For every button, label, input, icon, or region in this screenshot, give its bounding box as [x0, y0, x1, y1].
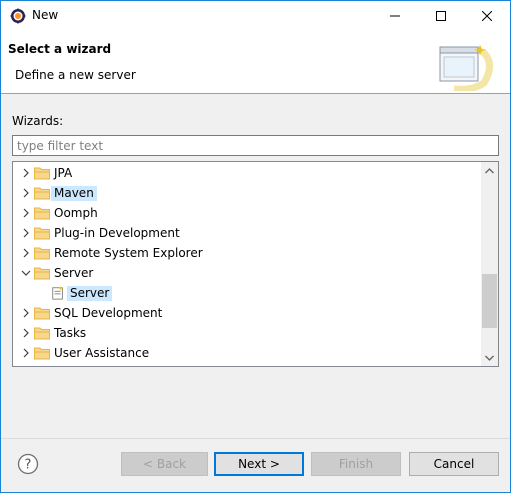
- folder-icon: [34, 267, 50, 280]
- tree-item-label: Server: [54, 266, 94, 280]
- chevron-right-icon[interactable]: [20, 187, 32, 199]
- folder-icon: [34, 347, 50, 360]
- wizard-tree[interactable]: JPA Maven Oomph Plug-in Development Remote S…: [12, 161, 499, 367]
- chevron-right-icon[interactable]: [20, 207, 32, 219]
- filter-input[interactable]: [12, 135, 499, 156]
- folder-icon: [34, 307, 50, 320]
- chevron-down-icon: [485, 355, 494, 361]
- tree-item-label: Tasks: [54, 326, 87, 340]
- folder-icon: [34, 327, 50, 340]
- folder-icon: [34, 187, 50, 200]
- minimize-button[interactable]: [372, 1, 418, 31]
- tree-item[interactable]: Oomph: [13, 203, 481, 223]
- folder-icon: [34, 207, 50, 220]
- tree-item-label: Server: [67, 286, 113, 301]
- chevron-down-icon[interactable]: [20, 267, 32, 279]
- vertical-scrollbar[interactable]: [481, 162, 498, 366]
- chevron-right-icon[interactable]: [20, 167, 32, 179]
- close-button[interactable]: [464, 1, 510, 31]
- folder-icon: [34, 167, 50, 180]
- title-bar[interactable]: New: [1, 1, 510, 31]
- server-wizard-icon: [52, 286, 64, 300]
- chevron-right-icon[interactable]: [20, 247, 32, 259]
- new-wizard-banner-icon: [439, 45, 493, 91]
- page-description: Define a new server: [15, 68, 136, 82]
- tree-item-label: User Assistance: [54, 346, 150, 360]
- maximize-icon: [436, 11, 446, 21]
- eclipse-app-icon: [10, 8, 26, 24]
- finish-button[interactable]: Finish: [311, 452, 401, 476]
- tree-item[interactable]: Plug-in Development: [13, 223, 481, 243]
- tree-item[interactable]: User Assistance: [13, 343, 481, 363]
- scrollbar-thumb[interactable]: [482, 274, 497, 328]
- tree-item-label: SQL Development: [54, 306, 163, 320]
- tree-item-label: Oomph: [54, 206, 98, 220]
- tree-item[interactable]: Remote System Explorer: [13, 243, 481, 263]
- tree-item[interactable]: SQL Development: [13, 303, 481, 323]
- close-icon: [482, 11, 492, 21]
- svg-text:?: ?: [25, 458, 32, 473]
- help-icon[interactable]: ?: [17, 453, 39, 475]
- minimize-icon: [390, 15, 400, 17]
- tree-item[interactable]: Server: [13, 263, 481, 283]
- scroll-down-button[interactable]: [481, 349, 498, 366]
- folder-icon: [34, 247, 50, 260]
- tree-item[interactable]: Tasks: [13, 323, 481, 343]
- back-button[interactable]: < Back: [121, 452, 208, 476]
- chevron-right-icon[interactable]: [20, 327, 32, 339]
- maximize-button[interactable]: [418, 1, 464, 31]
- tree-item-label: Maven: [51, 186, 97, 201]
- tree-item-label: Remote System Explorer: [54, 246, 203, 260]
- tree-item[interactable]: JPA: [13, 163, 481, 183]
- tree-item-label: Plug-in Development: [54, 226, 180, 240]
- new-wizard-dialog: New Select a wizard Define a new server …: [0, 0, 511, 493]
- button-bar-separator: [1, 438, 510, 439]
- chevron-right-icon[interactable]: [20, 227, 32, 239]
- chevron-up-icon: [485, 167, 494, 173]
- wizard-banner: Select a wizard Define a new server: [1, 31, 510, 94]
- chevron-right-icon[interactable]: [20, 347, 32, 359]
- folder-icon: [34, 227, 50, 240]
- tree-item[interactable]: Server: [13, 283, 481, 303]
- next-button[interactable]: Next >: [214, 452, 304, 476]
- cancel-button[interactable]: Cancel: [409, 452, 499, 476]
- tree-item[interactable]: Maven: [13, 183, 481, 203]
- page-title: Select a wizard: [8, 42, 112, 56]
- window-title: New: [32, 8, 59, 22]
- scroll-up-button[interactable]: [481, 162, 498, 179]
- tree-item-label: JPA: [54, 166, 73, 180]
- wizards-label: Wizards:: [12, 114, 64, 128]
- chevron-right-icon[interactable]: [20, 307, 32, 319]
